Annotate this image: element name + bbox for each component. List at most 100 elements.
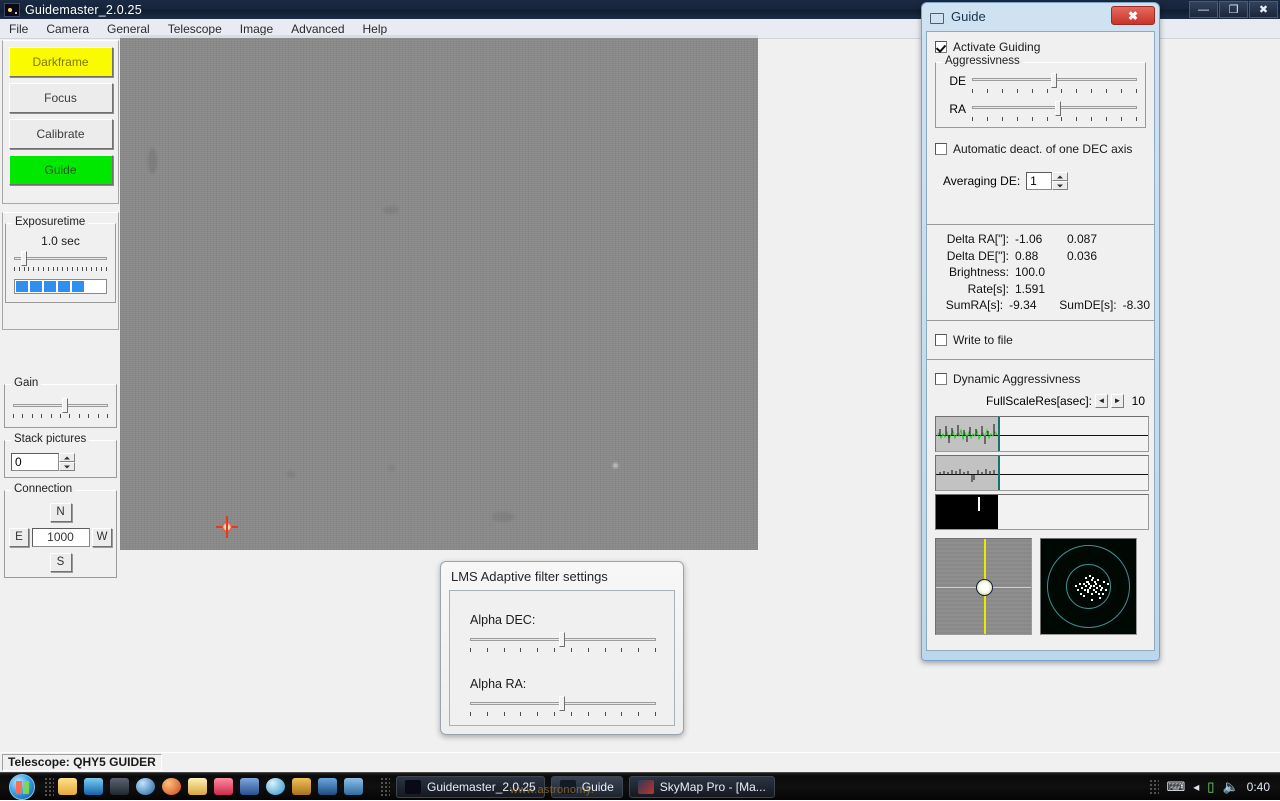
gain-slider[interactable] xyxy=(13,397,108,421)
exposure-group-box: Exposuretime 1.0 sec xyxy=(2,212,119,330)
brightness-graph[interactable] xyxy=(935,494,1149,530)
slider-thumb[interactable] xyxy=(21,251,27,266)
media-player-icon[interactable] xyxy=(80,776,106,798)
window-icon xyxy=(930,10,946,24)
fullscale-increase-button[interactable]: ► xyxy=(1111,394,1124,408)
checkbox-icon[interactable] xyxy=(935,334,947,346)
slider-thumb[interactable] xyxy=(1051,73,1057,88)
maximize-button[interactable]: ❐ xyxy=(1219,1,1248,18)
delta-de-row: Delta DE["]: 0.88 0.036 xyxy=(929,248,1150,265)
slider-thumb[interactable] xyxy=(559,696,565,711)
left-control-panel: Darkframe Focus Calibrate Guide Exposure… xyxy=(2,40,119,747)
east-button[interactable]: E xyxy=(9,528,29,547)
playlist-icon[interactable] xyxy=(106,776,132,798)
close-icon[interactable]: ✖ xyxy=(1111,6,1155,25)
image-artifact xyxy=(383,206,399,214)
photo-icon[interactable] xyxy=(184,776,210,798)
guide-button[interactable]: Guide xyxy=(9,155,113,185)
volume-icon[interactable]: 🔈 xyxy=(1222,779,1238,795)
star-thumbnail[interactable] xyxy=(935,538,1032,635)
internet-explorer-icon[interactable] xyxy=(262,776,288,798)
stack-pictures-input[interactable] xyxy=(11,453,59,471)
de-graph[interactable] xyxy=(935,455,1149,491)
scatter-plot[interactable] xyxy=(1040,538,1137,635)
west-button[interactable]: W xyxy=(92,528,112,547)
battery-icon[interactable]: ▯ xyxy=(1207,779,1214,795)
write-to-file-label: Write to file xyxy=(953,333,1013,347)
averaging-de-input[interactable] xyxy=(1026,172,1052,190)
start-button[interactable] xyxy=(0,773,44,801)
lms-dialog-body: Alpha DEC: Alpha RA: xyxy=(449,590,675,726)
de-slider[interactable] xyxy=(972,73,1137,95)
south-button[interactable]: S xyxy=(50,553,72,572)
activate-guiding-checkbox[interactable]: Activate Guiding xyxy=(935,40,1146,54)
fullscale-decrease-button[interactable]: ◄ xyxy=(1095,394,1108,408)
network-icon[interactable]: ◂ xyxy=(1193,780,1199,794)
ra-trace xyxy=(936,417,998,452)
slider-thumb[interactable] xyxy=(62,398,68,413)
folder-icon[interactable] xyxy=(54,776,80,798)
write-to-file-checkbox[interactable]: Write to file xyxy=(935,333,1146,347)
north-button[interactable]: N xyxy=(50,503,72,522)
clock[interactable]: 0:40 xyxy=(1247,780,1270,794)
remote-desktop-icon[interactable] xyxy=(340,776,366,798)
alpha-dec-label: Alpha DEC: xyxy=(470,613,674,627)
menu-camera[interactable]: Camera xyxy=(37,20,98,38)
close-button[interactable]: ✖ xyxy=(1249,1,1278,18)
dynamic-aggressivness-checkbox[interactable]: Dynamic Aggressivness xyxy=(935,372,1149,386)
slider-thumb[interactable] xyxy=(1055,101,1061,116)
sum-row: SumRA[s]: -9.34 SumDE[s]: -8.30 xyxy=(929,297,1150,314)
taskbar-item-guidemaster[interactable]: Guidemaster_2.0.25 xyxy=(396,776,545,798)
taskbar-item-label: Guidemaster_2.0.25 xyxy=(427,780,536,794)
de-aggressivness-row: DE xyxy=(940,73,1137,95)
aggressivness-fieldset: Aggressivness DE RA xyxy=(935,62,1146,128)
sumde-value: -8.30 xyxy=(1123,297,1150,314)
image-artifact xyxy=(492,512,514,522)
minimize-button[interactable]: — xyxy=(1189,1,1218,18)
darkframe-button[interactable]: Darkframe xyxy=(9,47,113,77)
image-artifact xyxy=(388,465,395,471)
tray-grip[interactable] xyxy=(1149,779,1159,795)
averaging-de-label: Averaging DE: xyxy=(943,174,1020,188)
messenger-icon[interactable] xyxy=(132,776,158,798)
auto-deact-checkbox[interactable]: Automatic deact. of one DEC axis xyxy=(935,142,1146,156)
stepper-down[interactable] xyxy=(59,462,75,471)
focus-button[interactable]: Focus xyxy=(9,83,113,113)
stepper-arrows[interactable] xyxy=(59,453,75,471)
tasks-grip[interactable] xyxy=(380,777,390,797)
alpha-ra-slider[interactable] xyxy=(470,695,656,719)
stepper-down[interactable] xyxy=(1052,181,1068,190)
delta-de-label: Delta DE["]: xyxy=(929,248,1015,265)
stepper-arrows[interactable] xyxy=(1052,172,1068,190)
taskbar-item-label: Guide xyxy=(582,780,614,794)
exposuretime-slider[interactable] xyxy=(14,250,107,274)
spacer xyxy=(2,338,119,374)
firefox-icon[interactable] xyxy=(158,776,184,798)
ra-graph[interactable] xyxy=(935,416,1149,452)
stepper-up[interactable] xyxy=(59,453,75,462)
checkbox-icon[interactable] xyxy=(935,373,947,385)
menu-file[interactable]: File xyxy=(0,20,37,38)
lion-icon[interactable] xyxy=(288,776,314,798)
connection-value[interactable]: 1000 xyxy=(32,528,90,547)
stepper-up[interactable] xyxy=(1052,172,1068,181)
taskbar-item-guide[interactable]: Guide xyxy=(551,776,623,798)
checkbox-icon[interactable] xyxy=(935,41,947,53)
stack-pictures-stepper[interactable] xyxy=(11,453,112,471)
slider-thumb[interactable] xyxy=(559,632,565,647)
alpha-dec-slider[interactable] xyxy=(470,631,656,655)
checkmark-icon[interactable] xyxy=(236,776,262,798)
camera-preview[interactable] xyxy=(120,38,758,550)
desktop-icon[interactable] xyxy=(314,776,340,798)
toolbar-grip[interactable] xyxy=(44,777,54,797)
lms-dialog-title: LMS Adaptive filter settings xyxy=(451,569,608,584)
notes-icon[interactable] xyxy=(210,776,236,798)
calibrate-button[interactable]: Calibrate xyxy=(9,119,113,149)
action-buttons-group: Darkframe Focus Calibrate Guide xyxy=(2,40,119,204)
taskbar-item-skymap[interactable]: SkyMap Pro - [Ma... xyxy=(629,776,775,798)
keyboard-icon[interactable]: ⌨ xyxy=(1167,779,1186,795)
checkbox-icon[interactable] xyxy=(935,143,947,155)
ra-slider[interactable] xyxy=(972,101,1137,123)
averaging-de-stepper[interactable] xyxy=(1026,172,1068,190)
star-reticle[interactable] xyxy=(216,516,238,538)
